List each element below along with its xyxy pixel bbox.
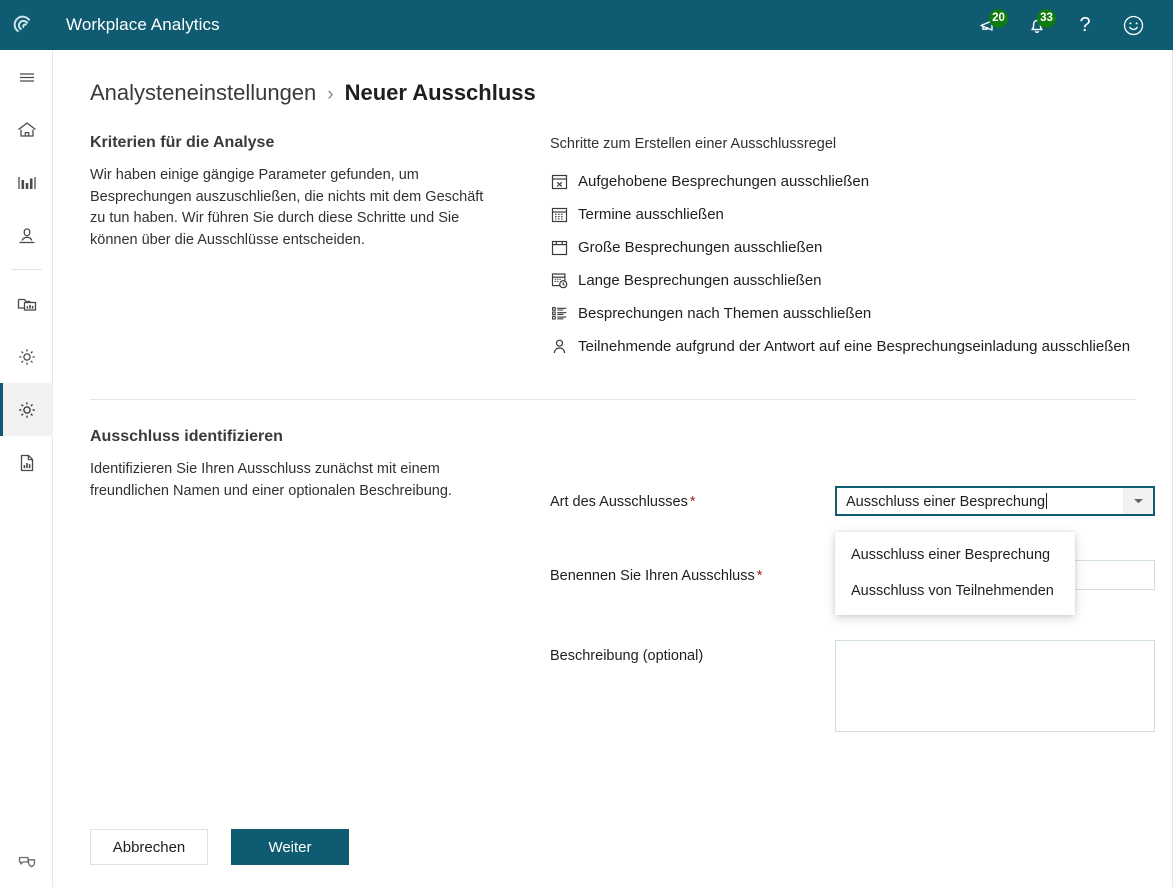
- criteria-and-steps-section: Kriterien für die Analyse Wir haben eini…: [53, 134, 1173, 363]
- sidebar-item-settings[interactable]: [0, 330, 53, 383]
- dropdown-option[interactable]: Ausschluss einer Besprechung: [835, 537, 1075, 573]
- megaphone-badge-count: 20: [989, 9, 1008, 28]
- app-root: Workplace Analytics 20 33 ? Analystenein…: [0, 0, 1173, 887]
- field-row-type: Art des Ausschlusses * Ausschluss einer B…: [53, 486, 1173, 516]
- feedback-shield-icon: [18, 856, 35, 867]
- section-divider: [90, 399, 1136, 400]
- sidebar-item-hamburger-menu[interactable]: [0, 50, 53, 103]
- spiral-logo-icon[interactable]: [0, 0, 50, 50]
- rail-bottom-group: [0, 834, 53, 887]
- text-caret: [1046, 492, 1048, 509]
- description-field-label: Beschreibung (optional): [550, 648, 704, 664]
- top-navigation-bar: Workplace Analytics 20 33 ?: [0, 0, 1173, 50]
- chevron-right-icon: ›: [327, 84, 334, 105]
- sidebar-item-feedback[interactable]: [0, 834, 53, 887]
- main-content: Analysteneinstellungen › Neuer Ausschlus…: [53, 50, 1173, 887]
- name-field-label-text: Benennen Sie Ihren Ausschluss: [550, 568, 755, 584]
- step-item: Große Besprechungen ausschließen: [550, 231, 1173, 264]
- calendar-clock-icon: [550, 271, 578, 290]
- type-field-label: Art des Ausschlusses *: [550, 486, 835, 510]
- step-item: Lange Besprechungen ausschließen: [550, 264, 1173, 297]
- exclusion-type-dropdown-list[interactable]: Ausschluss einer Besprechung Ausschluss …: [835, 532, 1075, 615]
- help-glyph: ?: [1079, 14, 1091, 36]
- step-label: Lange Besprechungen ausschließen: [578, 272, 822, 289]
- page-title: Neuer Ausschluss: [344, 80, 536, 105]
- exclusion-form: Art des Ausschlusses * Ausschluss einer B…: [53, 486, 1173, 732]
- megaphone-icon[interactable]: 20: [965, 0, 1013, 50]
- calendar-empty-icon: [550, 238, 578, 257]
- identify-heading: Ausschluss identifizieren: [90, 428, 283, 445]
- steps-heading: Schritte zum Erstellen einer Ausschlussr…: [550, 136, 837, 152]
- sidebar-item-home[interactable]: [0, 103, 53, 156]
- hamburger-icon: [19, 72, 34, 82]
- exclusion-type-value-text: Ausschluss einer Besprechung: [846, 493, 1046, 510]
- sidebar-item-explore[interactable]: [0, 156, 53, 209]
- bell-badge-count: 33: [1037, 9, 1056, 28]
- step-item: Termine ausschließen: [550, 198, 1173, 231]
- person-insight-icon: [19, 227, 34, 243]
- step-item: Teilnehmende aufgrund der Antwort auf ei…: [550, 330, 1173, 363]
- required-asterisk: *: [756, 568, 763, 584]
- sidebar-item-analysis[interactable]: [0, 277, 53, 330]
- criteria-body-text: Wir haben einige gängige Parameter gefun…: [90, 167, 484, 248]
- type-field-label-text: Art des Ausschlusses: [550, 494, 688, 510]
- cancel-button[interactable]: Abbrechen: [90, 829, 208, 865]
- bell-icon[interactable]: 33: [1013, 0, 1061, 50]
- dropdown-option[interactable]: Ausschluss von Teilnehmenden: [835, 573, 1075, 609]
- document-chart-icon: [20, 454, 33, 471]
- sidebar-item-insights[interactable]: [0, 209, 53, 262]
- rail-divider: [10, 269, 42, 270]
- bar-chart-icon: [17, 176, 36, 189]
- person-icon: [550, 337, 578, 356]
- step-label: Termine ausschließen: [578, 206, 724, 223]
- step-label: Aufgehobene Besprechungen ausschließen: [578, 173, 870, 190]
- form-footer-actions: Abbrechen Weiter: [90, 829, 349, 865]
- left-navigation-rail: [0, 50, 53, 887]
- gear-icon: [18, 401, 35, 418]
- sidebar-item-analyst-settings[interactable]: [0, 383, 53, 436]
- step-item: Besprechungen nach Themen ausschließen: [550, 297, 1173, 330]
- step-item: Aufgehobene Besprechungen ausschließen: [550, 165, 1173, 198]
- sidebar-item-reports[interactable]: [0, 436, 53, 489]
- chevron-down-icon[interactable]: [1123, 488, 1153, 514]
- gear-icon: [18, 348, 35, 365]
- app-title: Workplace Analytics: [66, 15, 220, 34]
- home-icon: [17, 121, 36, 137]
- next-button[interactable]: Weiter: [231, 829, 349, 865]
- breadcrumb: Analysteneinstellungen › Neuer Ausschlus…: [53, 50, 1173, 106]
- folder-chart-icon: [17, 298, 36, 311]
- steps-column: Schritte zum Erstellen einer Ausschlussr…: [550, 134, 1173, 363]
- criteria-heading: Kriterien für die Analyse: [90, 134, 275, 151]
- calendar-icon: [550, 205, 578, 224]
- field-row-description: Beschreibung (optional): [53, 640, 1173, 732]
- smiley-feedback-icon[interactable]: [1109, 0, 1157, 50]
- exclusion-type-value[interactable]: Ausschluss einer Besprechung: [837, 492, 1123, 510]
- step-label: Teilnehmende aufgrund der Antwort auf ei…: [578, 338, 1131, 355]
- topbar-actions: 20 33 ?: [965, 0, 1173, 50]
- step-label: Besprechungen nach Themen ausschließen: [578, 305, 872, 322]
- help-question-icon[interactable]: ?: [1061, 0, 1109, 50]
- calendar-x-icon: [550, 172, 578, 191]
- name-field-label: Benennen Sie Ihren Ausschluss *: [550, 560, 835, 584]
- breadcrumb-parent-link[interactable]: Analysteneinstellungen: [90, 80, 316, 106]
- exclusion-description-textarea[interactable]: [835, 640, 1155, 732]
- exclusion-type-combobox[interactable]: Ausschluss einer Besprechung: [835, 486, 1155, 516]
- step-label: Große Besprechungen ausschließen: [578, 239, 823, 256]
- required-asterisk: *: [689, 494, 696, 510]
- criteria-column: Kriterien für die Analyse Wir haben eini…: [90, 134, 550, 363]
- bulleted-list-icon: [550, 304, 578, 323]
